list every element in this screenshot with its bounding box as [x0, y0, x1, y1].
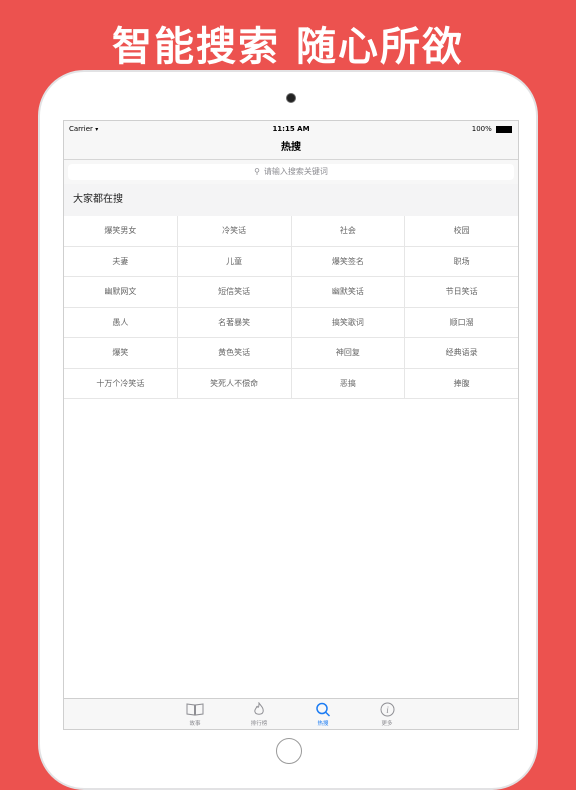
keyword-cell[interactable]: 短信笑话: [178, 277, 292, 307]
search-input[interactable]: ⚲ 请输入搜索关键词: [68, 164, 514, 180]
search-icon: [316, 702, 331, 717]
search-placeholder: 请输入搜索关键词: [263, 167, 328, 176]
keyword-row: 爆笑男女 冷笑话 社会 校园: [64, 216, 518, 247]
keyword-row: 幽默网文 短信笑话 幽默笑话 节日笑话: [64, 277, 518, 308]
keyword-cell[interactable]: 节日笑话: [405, 277, 518, 307]
tab-bar: 故事 排行榜 热搜 i 更多: [64, 698, 518, 729]
search-bar: ⚲ 请输入搜索关键词: [64, 160, 518, 184]
tab-more[interactable]: i 更多: [355, 699, 419, 729]
keyword-cell[interactable]: 名著暴笑: [178, 307, 292, 337]
tab-label: 故事: [189, 721, 201, 727]
nav-title: 热搜: [64, 137, 518, 160]
keyword-cell[interactable]: 经典语录: [405, 338, 518, 368]
search-icon: ⚲: [254, 167, 260, 176]
info-icon: i: [380, 702, 394, 717]
keyword-grid: 爆笑男女 冷笑话 社会 校园 夫妻 儿童 爆笑签名 职场 幽默网文 短信笑话 幽…: [64, 216, 518, 399]
keyword-cell[interactable]: 职场: [405, 247, 518, 277]
keyword-row: 夫妻 儿童 爆笑签名 职场: [64, 246, 518, 277]
keyword-cell[interactable]: 冷笑话: [178, 216, 292, 246]
keyword-cell[interactable]: 爆笑签名: [292, 246, 406, 276]
keyword-cell[interactable]: 恶搞: [292, 368, 406, 398]
tablet-frame: Carrier ▾ 11:15 AM 100% 热搜 ⚲ 请输入搜索关键词 大家都…: [38, 70, 538, 790]
svg-text:i: i: [386, 705, 389, 715]
battery-icon: [496, 125, 512, 133]
tab-label: 热搜: [317, 721, 329, 727]
flame-icon: [254, 702, 264, 715]
keyword-cell[interactable]: 幽默笑话: [292, 277, 406, 307]
keyword-cell[interactable]: 儿童: [178, 246, 292, 276]
promo-headline: 智能搜索 随心所欲: [112, 24, 464, 70]
section-title: 大家都在搜: [64, 184, 518, 216]
keyword-row: 爆笑 黄色笑话 神回复 经典语录: [64, 338, 518, 369]
keyword-cell[interactable]: 捧腹: [405, 369, 518, 399]
app-screen: Carrier ▾ 11:15 AM 100% 热搜 ⚲ 请输入搜索关键词 大家都…: [63, 120, 519, 730]
keyword-cell[interactable]: 愚人: [64, 307, 178, 337]
status-time: 11:15 AM: [272, 125, 310, 133]
keyword-cell[interactable]: 爆笑男女: [64, 216, 178, 246]
keyword-cell[interactable]: 搞笑歌词: [292, 307, 406, 337]
tab-label: 排行榜: [250, 721, 268, 727]
battery-percent: 100%: [471, 125, 492, 133]
keyword-cell[interactable]: 神回复: [292, 338, 406, 368]
book-icon: [186, 703, 204, 716]
keyword-row: 十万个冷笑话 笑死人不偿命 恶搞 捧腹: [64, 368, 518, 399]
keyword-cell[interactable]: 幽默网文: [64, 277, 178, 307]
status-bar: Carrier ▾ 11:15 AM 100%: [64, 121, 518, 137]
keyword-cell[interactable]: 社会: [292, 216, 406, 246]
battery-indicator: 100%: [472, 125, 512, 133]
home-button[interactable]: [276, 738, 302, 764]
keyword-cell[interactable]: 十万个冷笑话: [64, 368, 178, 398]
keyword-cell[interactable]: 爆笑: [64, 338, 178, 368]
tab-ranking[interactable]: 排行榜: [227, 699, 291, 729]
keyword-cell[interactable]: 顺口溜: [405, 308, 518, 338]
keyword-cell[interactable]: 夫妻: [64, 246, 178, 276]
tab-stories[interactable]: 故事: [163, 699, 227, 729]
keyword-cell[interactable]: 校园: [405, 216, 518, 246]
keyword-cell[interactable]: 黄色笑话: [178, 338, 292, 368]
camera-icon: [286, 93, 296, 103]
keyword-row: 愚人 名著暴笑 搞笑歌词 顺口溜: [64, 307, 518, 338]
keyword-cell[interactable]: 笑死人不偿命: [178, 368, 292, 398]
tab-label: 更多: [381, 721, 393, 727]
tab-hot-search[interactable]: 热搜: [291, 699, 355, 729]
